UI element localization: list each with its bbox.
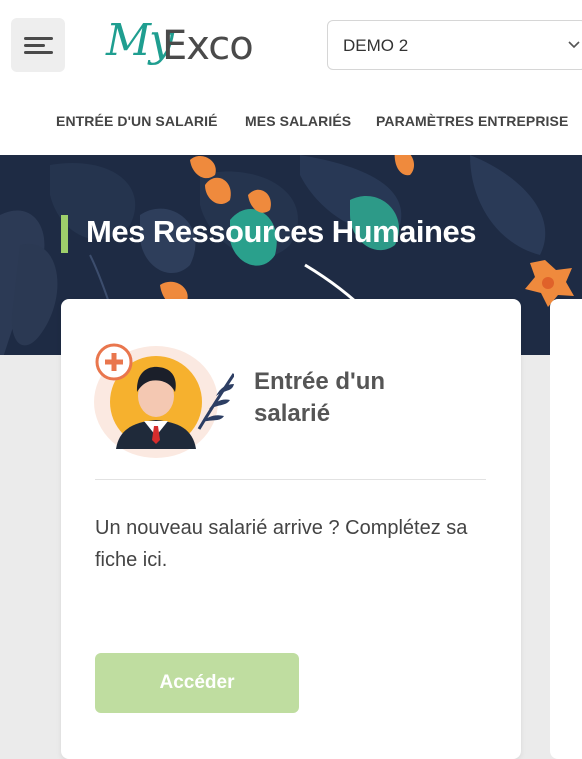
page-title: Mes Ressources Humaines bbox=[86, 214, 476, 249]
add-user-avatar-icon bbox=[94, 343, 234, 458]
logo-exco: Exco bbox=[162, 23, 254, 69]
entree-salarie-card: Entrée d'un salarié Un nouveau salarié a… bbox=[61, 299, 521, 759]
acceder-button[interactable]: Accéder bbox=[95, 653, 299, 713]
next-card-edge bbox=[550, 299, 582, 759]
myexco-logo[interactable]: My Exco bbox=[104, 15, 274, 74]
card-divider bbox=[95, 479, 486, 480]
card-description: Un nouveau salarié arrive ? Complétez sa… bbox=[95, 517, 468, 571]
nav-item-mes-salaries[interactable]: MES SALARIÉS bbox=[245, 113, 351, 129]
company-select-value: DEMO 2 bbox=[343, 36, 409, 55]
card-title: Entrée d'un salarié bbox=[254, 368, 386, 427]
nav-item-entree-salarie[interactable]: ENTRÉE D'UN SALARIÉ bbox=[56, 113, 218, 129]
company-select[interactable]: DEMO 2 bbox=[327, 20, 582, 70]
menu-button[interactable] bbox=[11, 18, 65, 72]
chevron-down-icon bbox=[568, 41, 580, 49]
title-accent-bar bbox=[61, 215, 68, 253]
nav-item-parametres-entreprise[interactable]: PARAMÈTRES ENTREPRISE bbox=[376, 113, 568, 129]
top-header: My Exco DEMO 2 ENTRÉE D'UN SALARIÉ MES S… bbox=[0, 0, 582, 155]
